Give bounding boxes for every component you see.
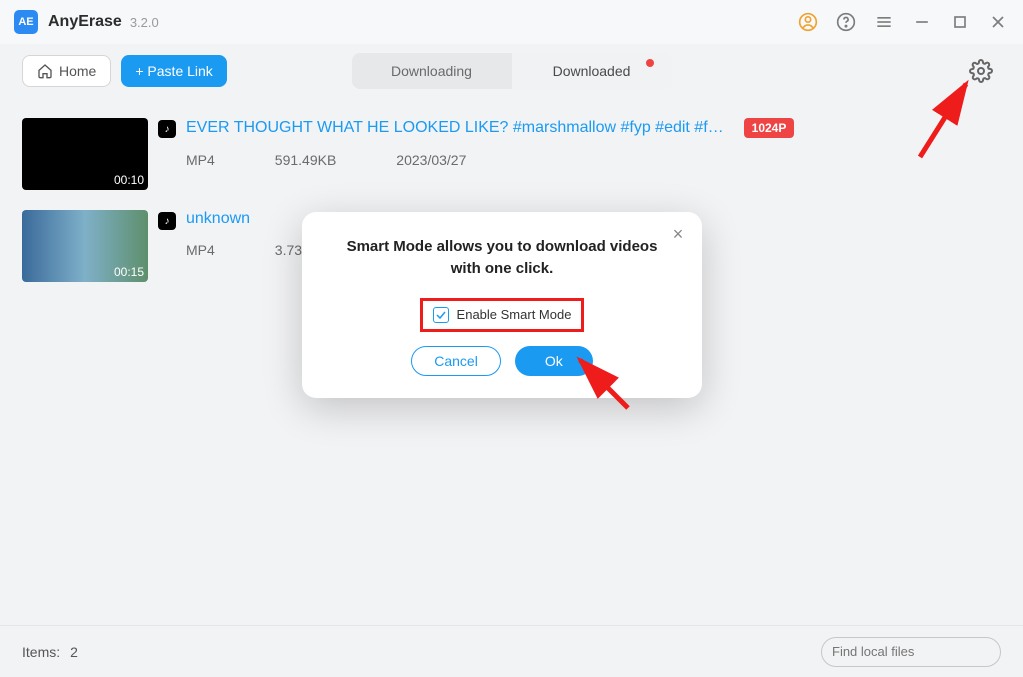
video-title[interactable]: EVER THOUGHT WHAT HE LOOKED LIKE? #marsh… (186, 119, 724, 137)
tiktok-icon: ♪ (158, 120, 176, 138)
cancel-button[interactable]: Cancel (411, 346, 501, 376)
tab-downloaded[interactable]: Downloaded (512, 53, 672, 89)
close-icon[interactable] (987, 11, 1009, 33)
titlebar: AE AnyErase 3.2.0 (0, 0, 1023, 44)
ok-button[interactable]: Ok (515, 346, 593, 376)
paste-link-button[interactable]: + Paste Link (121, 55, 226, 87)
home-label: Home (59, 63, 96, 79)
duration-label: 00:15 (114, 265, 144, 279)
home-icon (37, 63, 53, 79)
video-title[interactable]: unknown (186, 210, 250, 228)
checkbox-icon (433, 307, 449, 323)
tab-downloading[interactable]: Downloading (352, 53, 512, 89)
app-name: AnyErase (48, 13, 122, 31)
dialog-message: Smart Mode allows you to download videos… (328, 236, 676, 280)
tab-segment: Downloading Downloaded (352, 53, 672, 89)
maximize-icon[interactable] (949, 11, 971, 33)
video-thumbnail[interactable]: 00:10 (22, 118, 148, 190)
status-bar: Items: 2 (0, 625, 1023, 677)
date-label: 2023/03/27 (396, 152, 466, 168)
search-input[interactable] (821, 637, 1001, 667)
help-icon[interactable] (835, 11, 857, 33)
toolbar: Home + Paste Link Downloading Downloaded (0, 44, 1023, 98)
enable-smart-mode-checkbox[interactable]: Enable Smart Mode (420, 298, 585, 332)
smart-mode-dialog: × Smart Mode allows you to download vide… (302, 212, 702, 398)
format-label: MP4 (186, 242, 215, 258)
account-icon[interactable] (797, 11, 819, 33)
dialog-close-icon[interactable]: × (668, 224, 688, 244)
menu-icon[interactable] (873, 11, 895, 33)
search-field[interactable] (832, 644, 1008, 659)
format-label: MP4 (186, 152, 215, 168)
tab-downloaded-label: Downloaded (553, 63, 631, 79)
settings-icon[interactable] (969, 59, 993, 83)
size-label: 591.49KB (275, 152, 337, 168)
list-item: 00:10 ♪ EVER THOUGHT WHAT HE LOOKED LIKE… (22, 108, 1001, 200)
duration-label: 00:10 (114, 173, 144, 187)
quality-badge: 1024P (744, 118, 795, 138)
items-label: Items: (22, 644, 60, 660)
checkbox-label: Enable Smart Mode (457, 307, 572, 322)
minimize-icon[interactable] (911, 11, 933, 33)
notification-dot (646, 59, 654, 67)
video-thumbnail[interactable]: 00:15 (22, 210, 148, 282)
app-version: 3.2.0 (130, 15, 159, 30)
tiktok-icon: ♪ (158, 212, 176, 230)
home-button[interactable]: Home (22, 55, 111, 87)
items-count: 2 (70, 644, 78, 660)
size-label: 3.73 (275, 242, 302, 258)
app-logo: AE (14, 10, 38, 34)
